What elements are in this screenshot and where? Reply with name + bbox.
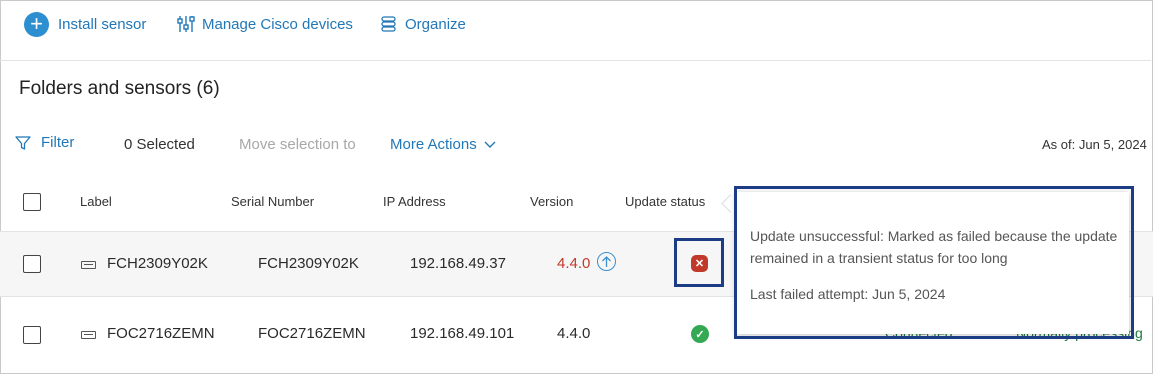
move-selection-button[interactable]: Move selection to (239, 136, 356, 153)
organize-button[interactable]: Organize (380, 12, 466, 36)
column-header-label[interactable]: Label (80, 194, 112, 209)
filter-button[interactable]: Filter (15, 134, 74, 151)
update-success-icon: ✓ (691, 325, 709, 343)
column-header-update-status[interactable]: Update status (625, 194, 705, 209)
more-actions-button[interactable]: More Actions (390, 136, 496, 153)
failed-status-highlight (674, 238, 724, 287)
serial-number: FOC2716ZEMN (258, 325, 366, 342)
row-checkbox[interactable] (23, 326, 41, 344)
tooltip-highlight (734, 186, 1134, 339)
version: 4.4.0 (557, 325, 591, 342)
chevron-down-icon (484, 141, 496, 148)
page-title: Folders and sensors (6) (19, 78, 220, 99)
toolbar: + Install sensor Manage Cisco devices Or… (0, 0, 1151, 61)
filter-label: Filter (41, 134, 75, 151)
organize-label: Organize (405, 15, 466, 33)
update-available-icon[interactable] (597, 252, 616, 271)
filter-icon (15, 135, 31, 150)
select-all-checkbox[interactable] (23, 193, 41, 211)
sensor-device-icon (81, 331, 96, 339)
column-header-serial[interactable]: Serial Number (231, 194, 314, 209)
column-header-version[interactable]: Version (530, 194, 573, 209)
sensor-label[interactable]: FCH2309Y02K (107, 255, 208, 272)
as-of-timestamp: As of: Jun 5, 2024 (1042, 137, 1147, 152)
install-sensor-button[interactable]: + Install sensor (24, 11, 147, 37)
manage-cisco-devices-button[interactable]: Manage Cisco devices (177, 12, 353, 36)
database-icon (380, 15, 398, 33)
selected-count: 0 Selected (124, 136, 195, 153)
version: 4.4.0 (557, 255, 591, 272)
install-sensor-label: Install sensor (58, 15, 147, 33)
column-header-ip[interactable]: IP Address (383, 194, 446, 209)
sensor-label[interactable]: FOC2716ZEMN (107, 325, 215, 342)
serial-number: FCH2309Y02K (258, 255, 359, 272)
ip-address: 192.168.49.37 (410, 255, 506, 272)
sensor-device-icon (81, 261, 96, 269)
sliders-icon (177, 15, 195, 33)
action-bar: Filter 0 Selected Move selection to More… (0, 130, 1153, 160)
plus-icon: + (24, 11, 49, 37)
row-checkbox[interactable] (23, 255, 41, 273)
ip-address: 192.168.49.101 (410, 325, 515, 342)
manage-cisco-devices-label: Manage Cisco devices (202, 15, 353, 33)
more-actions-label: More Actions (390, 136, 477, 153)
